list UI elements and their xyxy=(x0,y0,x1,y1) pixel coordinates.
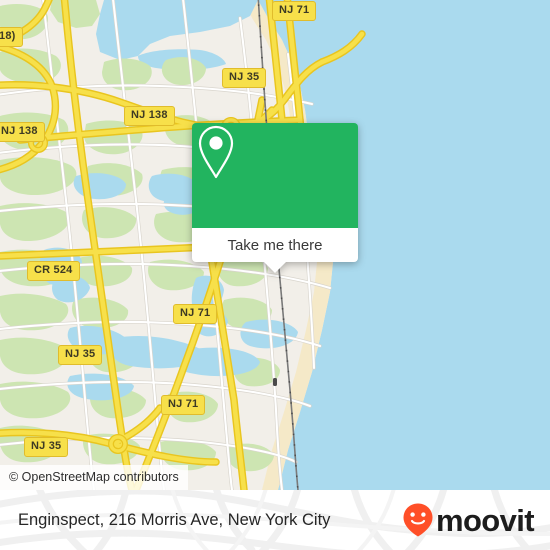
osm-attribution[interactable]: © OpenStreetMap contributors xyxy=(0,464,188,490)
footer-bar: Enginspect, 216 Morris Ave, New York Cit… xyxy=(0,490,550,550)
moovit-map-screenshot: NJ 71 18) NJ 35 NJ 138 NJ 138 CR 524 NJ … xyxy=(0,0,550,550)
railway-stations xyxy=(273,378,277,386)
map-pin-icon xyxy=(198,125,234,179)
road-shield-18: 18) xyxy=(0,27,23,47)
map-canvas[interactable]: NJ 71 18) NJ 35 NJ 138 NJ 138 CR 524 NJ … xyxy=(0,0,550,490)
popup-pin-panel xyxy=(192,123,358,228)
take-me-there-label: Take me there xyxy=(227,236,323,254)
popup-pointer-triangle xyxy=(264,262,286,273)
road-shield-nj138-west: NJ 138 xyxy=(0,122,45,142)
road-shield-nj35-south: NJ 35 xyxy=(24,437,69,457)
location-popup-card[interactable]: Take me there xyxy=(192,123,358,273)
footer-content: Enginspect, 216 Morris Ave, New York Cit… xyxy=(0,490,550,550)
road-shield-nj71-north: NJ 71 xyxy=(272,1,317,21)
road-shield-nj35-center: NJ 35 xyxy=(58,345,103,365)
moovit-wordmark: moovit xyxy=(435,502,535,538)
road-shield-nj71-center: NJ 71 xyxy=(173,304,218,324)
popup-cta-panel[interactable]: Take me there xyxy=(192,228,358,273)
road-shield-cr524: CR 524 xyxy=(27,261,80,281)
moovit-brand-logo: moovit xyxy=(401,502,535,538)
road-shield-nj35-north: NJ 35 xyxy=(222,68,267,88)
road-shield-nj138-center: NJ 138 xyxy=(124,106,175,126)
moovit-pin-smile-icon xyxy=(403,503,433,537)
place-address-label: Enginspect, 216 Morris Ave, New York Cit… xyxy=(18,510,331,529)
road-shield-nj71-south: NJ 71 xyxy=(161,395,206,415)
